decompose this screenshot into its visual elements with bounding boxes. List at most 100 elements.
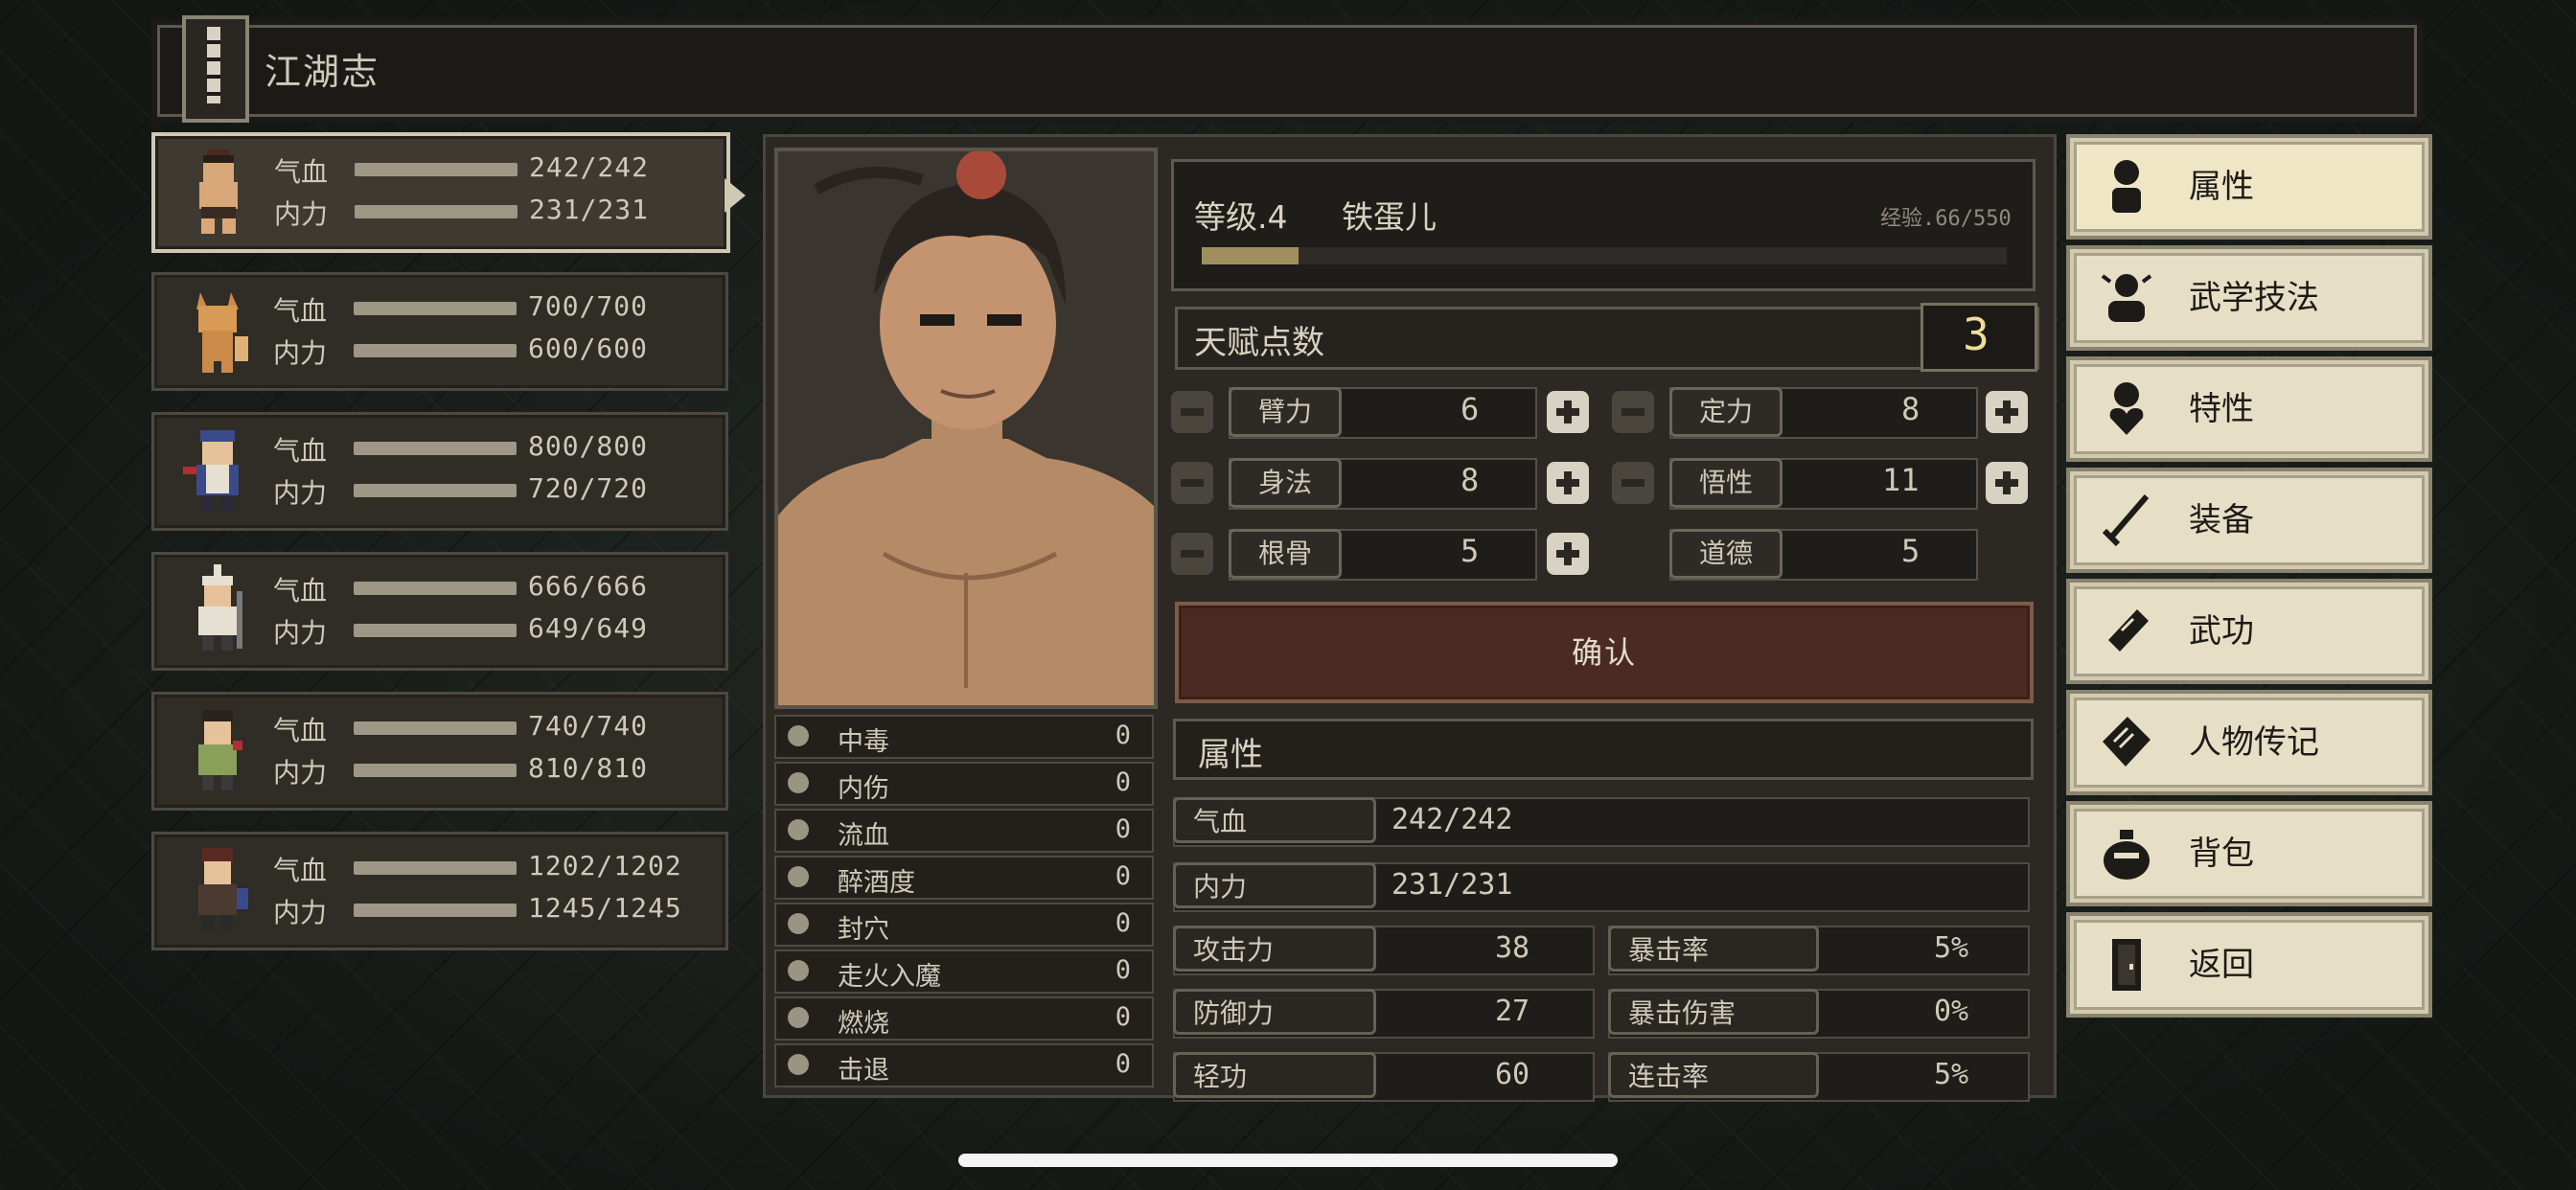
ailment-value: 0 bbox=[1115, 721, 1131, 750]
party-member-5[interactable]: 气血 740/740 内力 810/810 bbox=[151, 692, 728, 811]
hp-bar bbox=[354, 302, 517, 315]
bag-icon bbox=[2104, 830, 2150, 880]
mp-value: 231/231 bbox=[529, 194, 650, 225]
menu-label: 武学技法 bbox=[2189, 279, 2319, 317]
hp-label: 气血 bbox=[273, 715, 328, 746]
party-member-2[interactable]: 气血 700/700 内力 600/600 bbox=[151, 272, 728, 391]
menu-martial-arts-button[interactable]: 武学技法 bbox=[2066, 245, 2432, 351]
confirm-button[interactable]: 确认 bbox=[1175, 602, 2034, 703]
attr-label-baoji: 暴击率 bbox=[1608, 926, 1819, 972]
figure-icon bbox=[2112, 160, 2141, 213]
attr-label-qinggong: 轻功 bbox=[1173, 1052, 1376, 1098]
book-icon bbox=[2103, 717, 2150, 767]
hp-bar bbox=[354, 582, 517, 595]
poison-icon bbox=[788, 725, 809, 746]
ailment-name: 封穴 bbox=[838, 915, 889, 945]
ailment-value: 0 bbox=[1115, 814, 1131, 844]
hp-label: 气血 bbox=[273, 435, 328, 467]
ailment-name: 内伤 bbox=[838, 774, 889, 804]
decrease-shenfa-button[interactable] bbox=[1171, 462, 1213, 504]
increase-bili-button[interactable] bbox=[1547, 391, 1589, 433]
party-member-1[interactable]: 气血 242/242 内力 231/231 bbox=[151, 132, 730, 253]
mp-bar bbox=[354, 764, 517, 777]
exp-bar-track bbox=[1202, 247, 2007, 264]
attr-value-gongji: 38 bbox=[1495, 931, 1530, 965]
character-portrait bbox=[774, 148, 1158, 709]
ailment-row: 封穴 0 bbox=[774, 903, 1154, 947]
decrease-bili-button[interactable] bbox=[1171, 391, 1213, 433]
menu-back-button[interactable]: 返回 bbox=[2066, 912, 2432, 1018]
mp-label: 内力 bbox=[273, 757, 328, 789]
party-member-4[interactable]: 气血 666/666 内力 649/649 bbox=[151, 552, 728, 671]
stat-value-daode: 5 bbox=[1901, 533, 1920, 569]
ailment-value: 0 bbox=[1115, 955, 1131, 985]
hp-bar bbox=[355, 163, 518, 176]
stat-value-dingli: 8 bbox=[1901, 391, 1920, 427]
decrease-wuxing-button[interactable] bbox=[1612, 462, 1654, 504]
party-member-3[interactable]: 气血 800/800 内力 720/720 bbox=[151, 412, 728, 531]
decrease-gengu-button[interactable] bbox=[1171, 533, 1213, 575]
level-text: 等级.4 bbox=[1194, 198, 1288, 236]
attr-value-qinggong: 60 bbox=[1495, 1058, 1530, 1091]
ailment-value: 0 bbox=[1115, 767, 1131, 797]
stat-label-wuxing: 悟性 bbox=[1669, 458, 1782, 508]
mp-value: 1245/1245 bbox=[528, 892, 682, 924]
decrease-dingli-button[interactable] bbox=[1612, 391, 1654, 433]
mp-bar bbox=[354, 624, 517, 637]
selection-arrow-icon bbox=[724, 178, 746, 213]
ailment-name: 醉酒度 bbox=[838, 868, 915, 898]
stat-label-daode: 道德 bbox=[1669, 529, 1782, 579]
increase-gengu-button[interactable] bbox=[1547, 533, 1589, 575]
mp-bar bbox=[354, 904, 517, 917]
menu-biography-button[interactable]: 人物传记 bbox=[2066, 690, 2432, 795]
attr-label-gongji: 攻击力 bbox=[1173, 926, 1376, 972]
boot-icon bbox=[788, 1054, 809, 1075]
spiral-icon bbox=[788, 960, 809, 981]
character-sprite-icon bbox=[198, 710, 242, 790]
menu-skills-button[interactable]: 武功 bbox=[2066, 579, 2432, 684]
menu-label: 背包 bbox=[2189, 835, 2254, 873]
hp-value: 1202/1202 bbox=[528, 850, 682, 881]
menu-bag-button[interactable]: 背包 bbox=[2066, 801, 2432, 906]
increase-dingli-button[interactable] bbox=[1986, 391, 2028, 433]
hp-value: 700/700 bbox=[528, 290, 649, 322]
door-icon bbox=[2112, 939, 2141, 991]
menu-attributes-button[interactable]: 属性 bbox=[2066, 134, 2432, 240]
hp-label: 气血 bbox=[273, 855, 328, 886]
ailment-row: 中毒 0 bbox=[774, 715, 1154, 759]
exp-text: 经验.66/550 bbox=[1880, 207, 2012, 231]
attr-value-baoji: 5% bbox=[1934, 931, 1969, 965]
stat-label-gengu: 根骨 bbox=[1229, 529, 1342, 579]
exp-bar-fill bbox=[1202, 247, 1299, 264]
menu-label: 属性 bbox=[2189, 168, 2254, 206]
attr-value-neili: 231/231 bbox=[1392, 868, 1513, 902]
ailment-name: 中毒 bbox=[838, 727, 889, 757]
stat-value-shenfa: 8 bbox=[1460, 462, 1480, 498]
hp-value: 740/740 bbox=[528, 710, 649, 742]
mp-bar bbox=[354, 484, 517, 497]
journal-icon bbox=[182, 15, 249, 123]
ailment-row: 击退 0 bbox=[774, 1043, 1154, 1087]
party-member-6[interactable]: 气血 1202/1202 内力 1245/1245 bbox=[151, 832, 728, 950]
hp-bar bbox=[354, 861, 517, 875]
increase-shenfa-button[interactable] bbox=[1547, 462, 1589, 504]
hp-value: 242/242 bbox=[529, 151, 650, 183]
character-sprite-icon bbox=[198, 564, 242, 651]
hp-label: 气血 bbox=[274, 156, 329, 188]
menu-equipment-button[interactable]: 装备 bbox=[2066, 468, 2432, 573]
menu-label: 返回 bbox=[2189, 946, 2254, 984]
mp-label: 内力 bbox=[273, 477, 328, 509]
home-indicator[interactable] bbox=[958, 1154, 1618, 1167]
ailment-name: 走火入魔 bbox=[838, 962, 941, 992]
character-sprite-icon bbox=[198, 848, 248, 930]
stat-value-gengu: 5 bbox=[1460, 533, 1480, 569]
scroll-icon bbox=[2108, 609, 2149, 652]
fire-icon bbox=[788, 1007, 809, 1028]
blood-icon bbox=[788, 819, 809, 840]
increase-wuxing-button[interactable] bbox=[1986, 462, 2028, 504]
stat-value-bili: 6 bbox=[1460, 391, 1480, 427]
menu-traits-button[interactable]: 特性 bbox=[2066, 356, 2432, 462]
ailment-value: 0 bbox=[1115, 908, 1131, 938]
hp-value: 666/666 bbox=[528, 570, 649, 602]
mp-value: 720/720 bbox=[528, 472, 649, 504]
